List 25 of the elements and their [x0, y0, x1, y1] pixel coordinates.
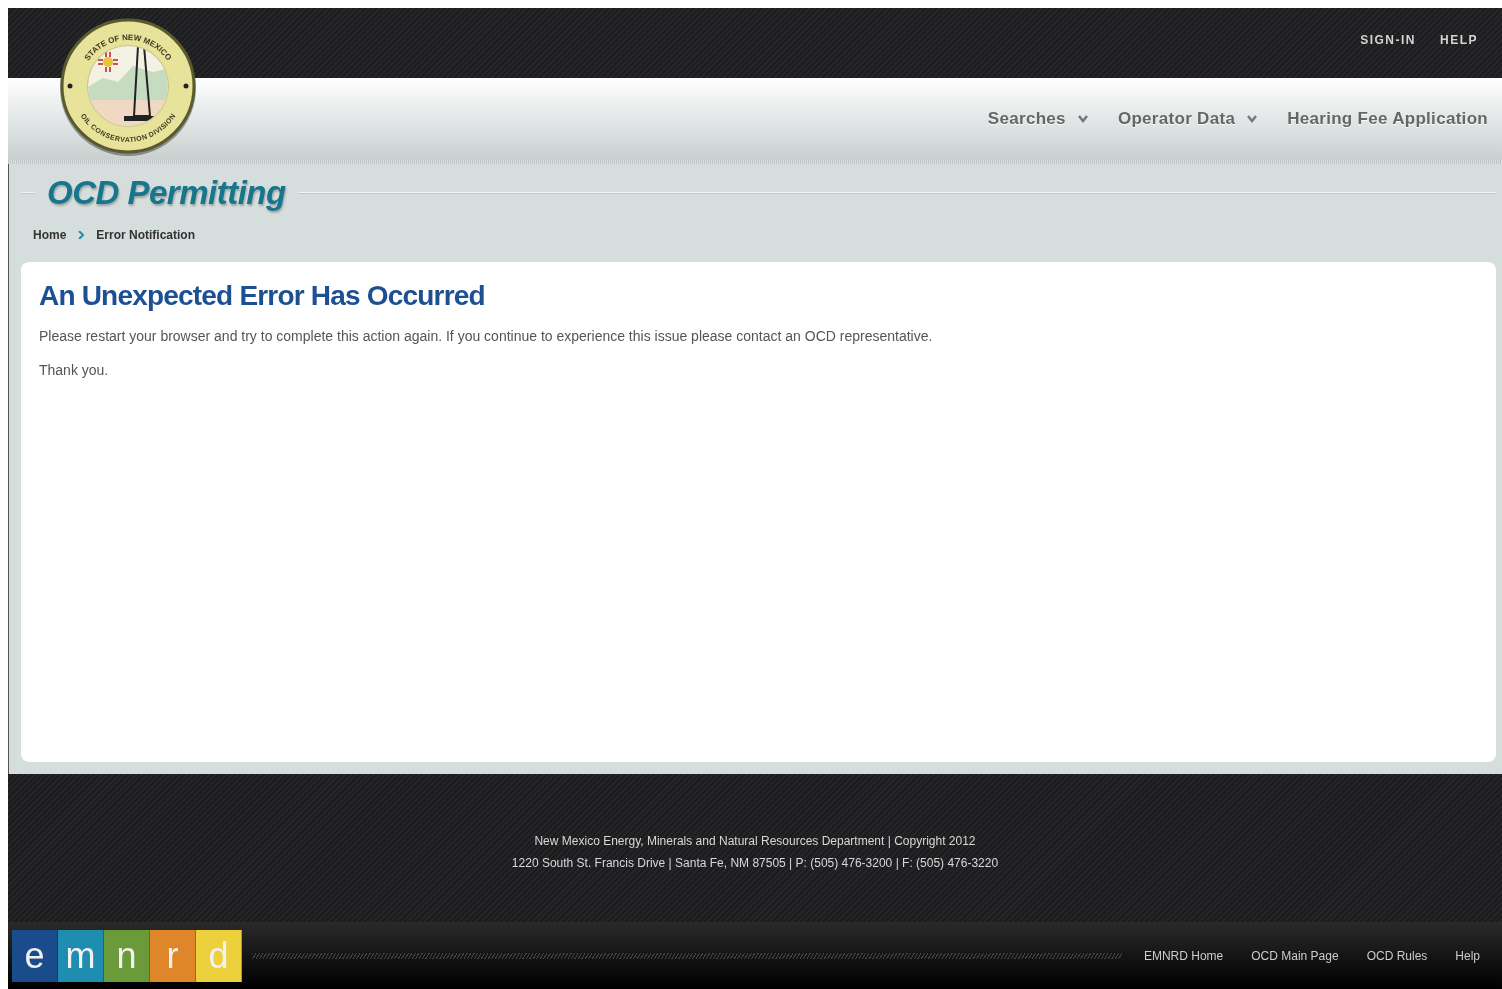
message-text: Please restart your browser and try to complete this action again. If you continue to experience this issue please contact an OCD representative. — [39, 328, 934, 344]
logo-letter-tile: n — [104, 929, 150, 982]
page-title: OCD Permitting — [47, 174, 286, 212]
nav-menu-item[interactable]: Operator Data — [1117, 109, 1258, 129]
footer-link[interactable]: Help — [1455, 948, 1480, 963]
footer-link[interactable]: EMNRD Home — [1143, 948, 1224, 963]
message-text: Thank you. — [39, 362, 110, 378]
chevron-right-icon — [78, 231, 85, 239]
breadcrumb-link[interactable]: Home — [33, 228, 67, 242]
logo-letter-tile: m — [58, 929, 104, 982]
logo-letter-tile: d — [196, 929, 242, 982]
footer-link[interactable]: OCD Rules — [1366, 948, 1428, 963]
top-link[interactable]: HELP — [1440, 33, 1478, 47]
top-link[interactable]: SIGN-IN — [1360, 33, 1416, 47]
error-heading: An Unexpected Error Has Occurred — [39, 280, 486, 312]
footer-link[interactable]: OCD Main Page — [1251, 948, 1339, 963]
logo-letter-tile: r — [150, 929, 196, 982]
nav-menu-item[interactable]: Searches — [987, 109, 1088, 129]
logo-letter-tile: e — [12, 929, 58, 982]
chevron-down-icon — [1077, 115, 1088, 123]
footer-text: New Mexico Energy, Minerals and Natural Resources Department | Copyright 2012 — [534, 834, 976, 848]
breadcrumb-link[interactable]: Error Notification — [96, 228, 195, 242]
nav-menu-item[interactable]: Hearing Fee Application — [1287, 109, 1488, 129]
footer-text: 1220 South St. Francis Drive | Santa Fe, NM 87505 | P: (505) 476-3200 | F: (505) 476-3220 — [511, 856, 999, 870]
chevron-down-icon — [1247, 115, 1258, 123]
